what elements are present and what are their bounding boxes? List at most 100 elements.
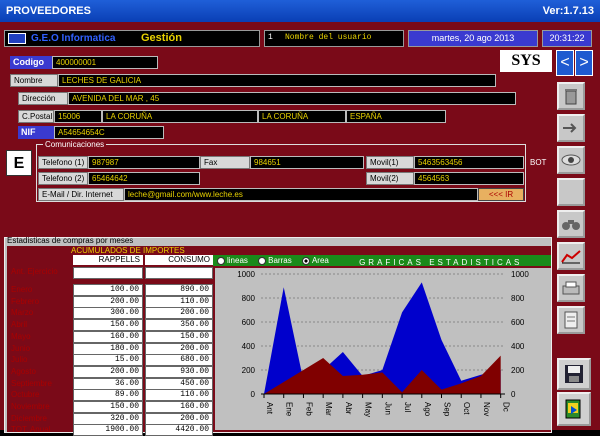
month-consumo[interactable]: 450.00 (145, 377, 213, 390)
month-label: Abril (11, 320, 28, 330)
move-button[interactable] (557, 114, 585, 142)
tel1-field[interactable]: 987987 (88, 156, 200, 169)
nombre-field[interactable]: LECHES DE GALICIA (58, 74, 496, 87)
x-tick-label: Jun (383, 402, 392, 415)
month-rappells[interactable]: 180.00 (73, 342, 143, 355)
nif-field[interactable]: A54654654C (54, 126, 164, 139)
view-button[interactable] (557, 146, 585, 174)
nif-label: NIF (18, 126, 54, 139)
movil2-field[interactable]: 4564563 (414, 172, 524, 185)
chart-icon (561, 250, 581, 264)
codigo-field[interactable]: 400000001 (52, 56, 158, 69)
radio-barras[interactable]: Barras (258, 255, 292, 266)
fax-field[interactable]: 984651 (250, 156, 364, 169)
radio-area-dot (301, 256, 310, 265)
module-name: Gestión (141, 32, 182, 44)
print-button[interactable] (557, 274, 585, 302)
month-rappells[interactable]: 36.00 (73, 377, 143, 390)
prev-button[interactable]: < (556, 50, 574, 76)
binoculars-icon (562, 220, 580, 230)
total-consumo[interactable]: 4420.00 (145, 424, 213, 436)
month-rappells[interactable]: 89.00 (73, 389, 143, 402)
month-rappells[interactable]: 15.00 (73, 354, 143, 367)
x-tick-label: Mar (324, 402, 333, 416)
search-button[interactable] (557, 210, 585, 238)
email-field[interactable]: leche@gmail.com/www.leche.es (124, 188, 478, 201)
month-rappells[interactable]: 320.00 (73, 412, 143, 425)
y-tick-label: 800 (242, 294, 256, 303)
month-consumo[interactable]: 110.00 (145, 389, 213, 402)
month-consumo[interactable]: 160.00 (145, 401, 213, 413)
direccion-field[interactable]: AVENIDA DEL MAR , 45 (68, 92, 516, 105)
x-tick-label: Sep (443, 402, 452, 417)
arrow-icon (563, 123, 577, 133)
month-label: Octubre (11, 390, 40, 400)
tel2-field[interactable]: 65464642 (88, 172, 200, 185)
month-consumo[interactable]: 200.00 (145, 412, 213, 425)
month-consumo[interactable]: 150.00 (145, 330, 213, 343)
user-name: Nombre del usuario (285, 33, 372, 42)
radio-area[interactable]: Area (301, 255, 329, 266)
month-consumo[interactable]: 890.00 (145, 284, 213, 296)
col-consumo: CONSUMO (145, 255, 213, 265)
month-rappells[interactable]: 200.00 (73, 295, 143, 308)
app-body: G.E.O Informatica Gestión 1 Nombre del u… (0, 22, 600, 436)
nombre-label: Nombre (10, 74, 58, 87)
movil1-field[interactable]: 5463563456 (414, 156, 524, 169)
x-tick-label: Dc (502, 402, 511, 412)
direccion-label: Dirección (18, 92, 68, 105)
ir-button[interactable]: <<< IR (478, 188, 524, 201)
month-label: Enero (11, 285, 33, 294)
logo-icon (8, 33, 26, 44)
month-consumo[interactable]: 930.00 (145, 365, 213, 378)
month-label: Junio (11, 343, 31, 353)
movil2-label: Movil(2) (366, 172, 414, 185)
time-display: 20:31:22 (542, 30, 592, 47)
provincia-field[interactable]: LA CORUÑA (258, 110, 346, 123)
next-button[interactable]: > (575, 50, 593, 76)
document-button[interactable] (557, 306, 585, 334)
delete-button[interactable] (557, 82, 585, 110)
month-rappells[interactable]: 200.00 (73, 365, 143, 378)
codigo-label: Codigo (10, 56, 52, 69)
month-consumo[interactable]: 110.00 (145, 295, 213, 308)
month-consumo[interactable]: 680.00 (145, 354, 213, 367)
cpostal-field[interactable]: 15006 (54, 110, 102, 123)
ciudad-field[interactable]: LA CORUÑA (102, 110, 258, 123)
total-rappells[interactable]: 1900.00 (73, 424, 143, 436)
date-display: martes, 20 ago 2013 (408, 30, 538, 47)
month-label: Diciembre (11, 413, 48, 423)
month-rappells[interactable]: 150.00 (73, 319, 143, 332)
month-rappells[interactable]: 150.00 (73, 401, 143, 413)
pais-field[interactable]: ESPAÑA (346, 110, 446, 123)
month-rappells[interactable]: 160.00 (73, 330, 143, 343)
window-version: Ver:1.7.13 (542, 5, 594, 17)
month-consumo[interactable]: 350.00 (145, 319, 213, 332)
radio-barras-label: Barras (268, 256, 292, 265)
company-name: G.E.O Informatica (31, 33, 116, 44)
radio-lineas[interactable]: lineas (217, 255, 248, 266)
window-titlebar: PROVEEDORES Ver:1.7.13 (0, 0, 600, 22)
month-consumo[interactable]: 200.00 (145, 342, 213, 355)
month-consumo[interactable]: 200.00 (145, 307, 213, 320)
graph-title: GRAFICAS ESTADISTICAS (359, 257, 523, 267)
ant-rappells[interactable] (73, 267, 143, 279)
movil1-label: Movil(1) (366, 156, 414, 169)
month-rappells[interactable]: 300.00 (73, 307, 143, 320)
ant-label: Ant. Ejercicio (11, 267, 58, 276)
month-label: Mayo (11, 331, 31, 341)
user-bar: 1 Nombre del usuario (264, 30, 404, 47)
blank-button[interactable] (557, 178, 585, 206)
company-bar: G.E.O Informatica Gestión (4, 30, 260, 47)
month-rappells[interactable]: 100.00 (73, 284, 143, 296)
x-tick-label: Abr (344, 402, 353, 415)
month-label: Febrero (11, 296, 40, 306)
ant-consumo[interactable] (145, 267, 213, 279)
x-tick-label: Jul (403, 402, 412, 412)
save-button[interactable] (557, 358, 591, 390)
tel2-label: Telefono (2) (38, 172, 88, 185)
chart-button[interactable] (557, 242, 585, 270)
exit-button[interactable] (557, 392, 591, 426)
trash-icon (565, 89, 577, 105)
y-tick-label: 1000 (511, 270, 529, 279)
